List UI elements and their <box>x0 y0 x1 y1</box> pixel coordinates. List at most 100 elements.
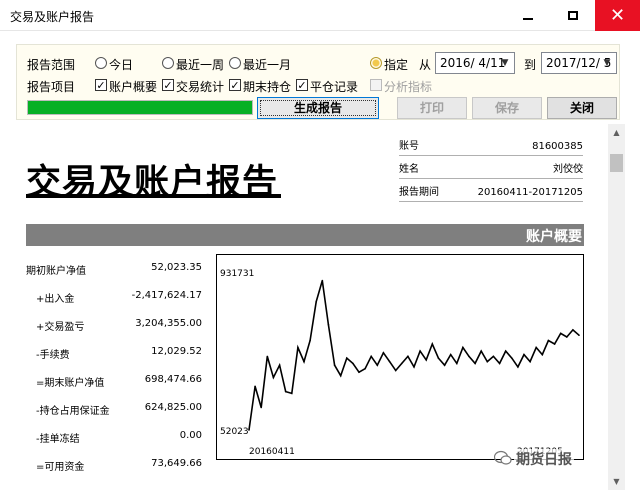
window-title: 交易及账户报告 <box>10 10 95 24</box>
maximize-button[interactable] <box>550 0 595 31</box>
info-key: 账号 <box>399 141 419 152</box>
equity-point <box>364 367 366 370</box>
equity-point <box>303 360 305 363</box>
radio-today-label[interactable]: 今日 <box>109 56 133 73</box>
account-key: =可用资金 <box>36 462 85 473</box>
close-button[interactable]: 关闭 <box>547 97 617 119</box>
equity-point <box>553 343 556 345</box>
account-key: 期初账户净值 <box>26 266 86 277</box>
equity-point <box>333 364 336 366</box>
equity-point <box>339 374 342 377</box>
watermark-text: 期货日报 <box>514 449 574 469</box>
progress-fill <box>28 101 252 114</box>
from-date-picker[interactable]: 2016/ 4/11 ▼ <box>435 52 515 74</box>
to-date-picker[interactable]: 2017/12/ 5 ▼ <box>541 52 617 74</box>
radio-today[interactable] <box>95 57 107 69</box>
equity-point <box>474 362 476 365</box>
items-label: 报告项目 <box>27 80 76 94</box>
equity-point <box>327 323 330 326</box>
checkbox-close-records-label[interactable]: 平仓记录 <box>310 78 358 95</box>
maximize-icon <box>567 11 578 20</box>
equity-point <box>547 339 550 342</box>
scroll-thumb[interactable] <box>610 154 623 172</box>
equity-point <box>388 360 391 363</box>
equity-chart: 931731 52023 20160411 20171205 <box>216 254 584 460</box>
equity-point <box>382 352 385 354</box>
to-label: 到 <box>524 58 537 72</box>
equity-point <box>315 300 317 303</box>
equity-point <box>480 350 483 352</box>
equity-point <box>541 353 544 356</box>
equity-point <box>297 346 299 349</box>
title-underline <box>26 194 281 198</box>
account-key: -持仓占用保证金 <box>36 406 110 417</box>
checkmark-icon: ✓ <box>96 78 106 92</box>
report-options-panel: 报告范围 今日 最近一周 最近一月 指定 从 2016/ 4/11 ▼ 到 20… <box>16 44 620 120</box>
info-row-period: 报告期间 20160411-20171205 <box>399 182 583 202</box>
checkbox-analysis-indicators-label: 分析指标 <box>384 80 433 94</box>
radio-last-week-label[interactable]: 最近一周 <box>176 56 224 73</box>
save-button: 保存 <box>472 97 542 119</box>
equity-point <box>284 390 287 393</box>
radio-custom-label[interactable]: 指定 <box>384 56 408 73</box>
generate-report-button[interactable]: 生成报告 <box>257 97 379 119</box>
equity-point <box>278 364 281 366</box>
equity-point <box>529 360 531 363</box>
scroll-down-arrow-icon[interactable]: ▼ <box>608 473 625 490</box>
wechat-icon <box>494 450 512 465</box>
minimize-button[interactable] <box>505 0 550 31</box>
radio-last-week[interactable] <box>162 57 174 69</box>
title-bar: 交易及账户报告 ✕ <box>0 0 640 31</box>
checkbox-trade-stats-label[interactable]: 交易统计 <box>176 78 224 95</box>
checkbox-close-records[interactable]: ✓ <box>296 79 308 91</box>
equity-point <box>559 332 562 335</box>
equity-point <box>425 359 427 361</box>
checkbox-account-summary-label[interactable]: 账户概要 <box>109 78 157 95</box>
radio-last-month[interactable] <box>229 57 241 69</box>
progress-bar <box>27 100 253 115</box>
equity-point <box>419 350 421 352</box>
equity-point <box>523 353 525 356</box>
equity-point <box>352 362 354 365</box>
close-window-button[interactable]: ✕ <box>595 0 640 31</box>
equity-point <box>394 369 397 372</box>
account-value: 73,649.66 <box>151 458 202 469</box>
equity-point <box>449 353 452 356</box>
equity-point <box>498 362 501 365</box>
equity-point <box>504 350 507 352</box>
account-value: 12,029.52 <box>151 346 202 357</box>
equity-point <box>309 339 311 342</box>
account-value: 0.00 <box>179 430 202 441</box>
equity-point <box>578 334 580 336</box>
checkbox-account-summary[interactable]: ✓ <box>95 79 107 91</box>
radio-last-month-label[interactable]: 最近一月 <box>243 56 291 73</box>
account-value: 624,825.00 <box>144 402 202 413</box>
report-view: 交易及账户报告 账号 81600385 姓名 刘佼佼 报告期间 20160411… <box>16 124 608 490</box>
chart-plot <box>248 279 580 431</box>
vertical-scrollbar[interactable]: ▲ ▼ <box>608 124 625 490</box>
section-title: 账户概要 <box>526 229 582 245</box>
equity-point <box>407 355 409 358</box>
account-key: +出入金 <box>36 294 75 305</box>
checkmark-icon: ✓ <box>230 78 240 92</box>
from-label: 从 <box>419 58 432 72</box>
equity-point <box>535 346 537 349</box>
info-row-name: 姓名 刘佼佼 <box>399 159 583 179</box>
info-row-account: 账号 81600385 <box>399 136 583 156</box>
equity-point <box>260 406 262 409</box>
checkbox-end-positions[interactable]: ✓ <box>229 79 241 91</box>
range-label: 报告范围 <box>27 58 76 72</box>
info-key: 姓名 <box>399 164 419 175</box>
equity-point <box>566 336 568 338</box>
equity-point <box>517 366 519 368</box>
equity-point <box>291 392 293 395</box>
radio-custom[interactable] <box>370 57 382 69</box>
info-value: 刘佼佼 <box>553 164 583 175</box>
equity-point <box>572 329 574 331</box>
info-value: 81600385 <box>532 141 583 152</box>
scroll-up-arrow-icon[interactable]: ▲ <box>608 124 625 141</box>
checkbox-trade-stats[interactable]: ✓ <box>162 79 174 91</box>
checkbox-end-positions-label[interactable]: 期末持仓 <box>243 78 291 95</box>
account-value: 52,023.35 <box>151 262 202 273</box>
checkbox-analysis-indicators <box>370 79 382 91</box>
